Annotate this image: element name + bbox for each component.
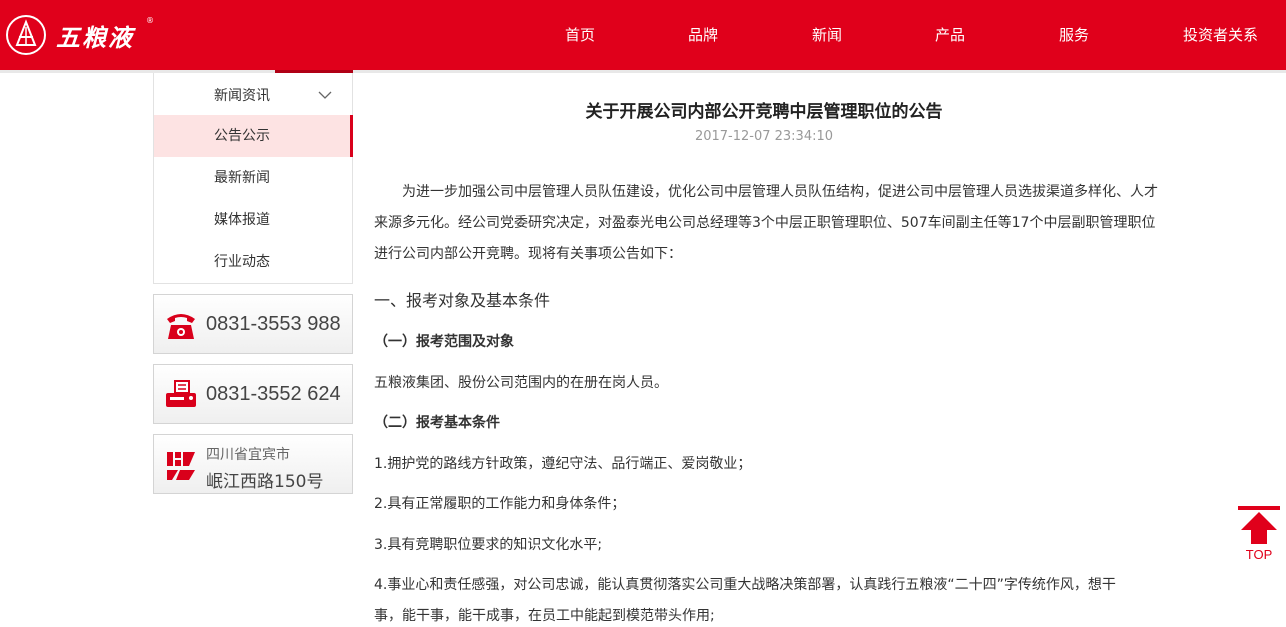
condition-4-line-2: 事，能干事，能干成事，在员工中能起到模范带头作用; bbox=[374, 608, 715, 624]
fax-icon bbox=[166, 380, 196, 407]
top-label: TOP bbox=[1245, 547, 1273, 562]
chevron-down-icon bbox=[318, 91, 332, 99]
phone-box: 0831-3553 988 bbox=[153, 294, 353, 354]
nav-brand[interactable]: 品牌 bbox=[688, 24, 718, 45]
site-header: 五粮液 ® 首页 品牌 新闻 产品 服务 投资者关系 bbox=[0, 0, 1286, 70]
article-title: 关于开展公司内部公开竞聘中层管理职位的公告 bbox=[585, 102, 943, 122]
condition-1: 1.拥护党的路线方针政策，遵纪守法、品行端正、爱岗敬业； bbox=[374, 456, 752, 472]
address-box: 四川省宜宾市 岷江西路150号 bbox=[153, 434, 353, 494]
main-nav: 首页 品牌 新闻 产品 服务 投资者关系 bbox=[0, 0, 1286, 70]
sidebar-item-label: 最新新闻 bbox=[214, 170, 270, 186]
article-intro: 为进一步加强公司中层管理人员队伍建设，优化公司中层管理人员队伍结构，促进公司中层… bbox=[374, 184, 1158, 262]
sidebar-item-news-info[interactable]: 新闻资讯 bbox=[154, 75, 352, 117]
sidebar-item-label: 新闻资讯 bbox=[214, 88, 270, 104]
sidebar-menu: 新闻资讯 公告公示 最新新闻 媒体报道 行业动态 bbox=[153, 73, 353, 284]
back-to-top-button[interactable]: TOP bbox=[1238, 506, 1280, 564]
telephone-icon bbox=[167, 314, 195, 339]
sidebar-item-label: 媒体报道 bbox=[214, 212, 270, 228]
fax-number: 0831-3552 624 bbox=[206, 383, 341, 405]
sidebar-item-industry-news[interactable]: 行业动态 bbox=[154, 241, 352, 283]
condition-4-line-1: 4.事业心和责任感强，对公司忠诚，能认真贯彻落实公司重大战略决策部署，认真践行五… bbox=[374, 577, 1116, 593]
nav-news[interactable]: 新闻 bbox=[812, 24, 842, 45]
location-logo-icon bbox=[167, 452, 195, 480]
sidebar-item-label: 公告公示 bbox=[214, 128, 270, 144]
sidebar-item-label: 行业动态 bbox=[214, 254, 270, 270]
nav-services[interactable]: 服务 bbox=[1059, 24, 1089, 45]
address-city: 四川省宜宾市 bbox=[206, 447, 290, 463]
nav-investors[interactable]: 投资者关系 bbox=[1183, 24, 1258, 45]
sub-heading-conditions: （二）报考基本条件 bbox=[374, 415, 500, 431]
arrow-up-icon bbox=[1238, 506, 1280, 544]
sidebar-item-announcements[interactable]: 公告公示 bbox=[154, 115, 353, 157]
sidebar-item-media-reports[interactable]: 媒体报道 bbox=[154, 199, 352, 241]
nav-products[interactable]: 产品 bbox=[935, 24, 965, 45]
sidebar-item-latest-news[interactable]: 最新新闻 bbox=[154, 157, 352, 199]
sub-heading-scope: （一）报考范围及对象 bbox=[374, 334, 514, 350]
condition-2: 2.具有正常履职的工作能力和身体条件； bbox=[374, 496, 626, 512]
condition-3: 3.具有竞聘职位要求的知识文化水平; bbox=[374, 537, 603, 553]
phone-number: 0831-3553 988 bbox=[206, 313, 341, 335]
scope-text: 五粮液集团、股份公司范围内的在册在岗人员。 bbox=[374, 375, 668, 391]
nav-home[interactable]: 首页 bbox=[565, 24, 595, 45]
section-heading: 一、报考对象及基本条件 bbox=[374, 291, 551, 310]
address-street: 岷江西路150号 bbox=[206, 472, 324, 492]
article-date: 2017-12-07 23:34:10 bbox=[694, 129, 834, 144]
fax-box: 0831-3552 624 bbox=[153, 364, 353, 424]
